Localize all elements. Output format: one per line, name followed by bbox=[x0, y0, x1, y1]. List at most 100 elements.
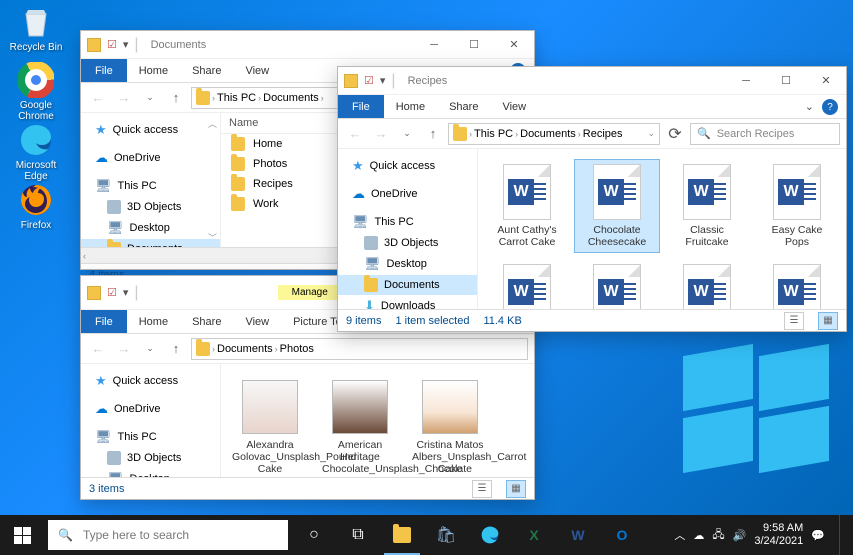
search-box[interactable]: 🔍 Search Recipes bbox=[690, 123, 840, 145]
address-dropdown[interactable]: ⌄ bbox=[647, 128, 655, 139]
nav-quick-access[interactable]: ★Quick access bbox=[81, 119, 220, 141]
nav-item[interactable]: ⬇Downloads bbox=[338, 295, 477, 309]
nav-onedrive[interactable]: ☁OneDrive bbox=[338, 183, 477, 205]
ribbon-tab-share[interactable]: Share bbox=[437, 95, 490, 118]
ribbon-file[interactable]: File bbox=[81, 59, 127, 82]
taskbar-store[interactable]: 🛍 bbox=[424, 515, 468, 555]
breadcrumb-seg[interactable]: Photos bbox=[280, 343, 314, 355]
ribbon-tab-share[interactable]: Share bbox=[180, 59, 233, 82]
recent-button[interactable]: ⌄ bbox=[396, 123, 418, 145]
photo-item[interactable]: Cristina Matos Albers_Unsplash_Carrot Ca… bbox=[407, 374, 493, 477]
back-button[interactable]: ← bbox=[87, 338, 109, 360]
ribbon-tab-share[interactable]: Share bbox=[180, 310, 233, 333]
ribbon-file[interactable]: File bbox=[338, 95, 384, 118]
forward-button[interactable]: → bbox=[113, 338, 135, 360]
file-item[interactable]: WGerman Chocolate Cake bbox=[484, 259, 570, 309]
up-button[interactable]: ↑ bbox=[165, 338, 187, 360]
taskbar-edge[interactable] bbox=[468, 515, 512, 555]
view-details-button[interactable]: ☰ bbox=[784, 312, 804, 330]
refresh-button[interactable]: ⟳ bbox=[664, 123, 686, 145]
close-button[interactable]: ✕ bbox=[806, 67, 846, 95]
taskbar-word[interactable]: W bbox=[556, 515, 600, 555]
recent-button[interactable]: ⌄ bbox=[139, 87, 161, 109]
nav-item-documents[interactable]: Documents bbox=[81, 239, 220, 247]
address-bar[interactable]: › This PC › Documents › Recipes ⌄ bbox=[448, 123, 660, 145]
view-large-button[interactable]: ▦ bbox=[818, 312, 838, 330]
breadcrumb-seg[interactable]: Documents bbox=[263, 92, 319, 104]
nav-item[interactable]: 3D Objects bbox=[81, 448, 220, 468]
qat-icon[interactable]: ☑ bbox=[107, 286, 117, 299]
titlebar[interactable]: ☑ ▾ | Recipes ─ ☐ ✕ bbox=[338, 67, 846, 95]
up-button[interactable]: ↑ bbox=[165, 87, 187, 109]
cortana-button[interactable]: ○ bbox=[292, 515, 336, 555]
view-large-button[interactable]: ▦ bbox=[506, 480, 526, 498]
tray-notifications-icon[interactable]: 💬 bbox=[811, 529, 825, 542]
minimize-button[interactable]: ─ bbox=[726, 67, 766, 95]
close-button[interactable]: ✕ bbox=[494, 31, 534, 59]
file-item[interactable]: WTriple Chocolate Cake bbox=[754, 259, 840, 309]
taskbar-search[interactable]: 🔍 Type here to search bbox=[48, 520, 288, 550]
back-button[interactable]: ← bbox=[344, 123, 366, 145]
content-pane[interactable]: WAunt Cathy's Carrot CakeWChocolate Chee… bbox=[478, 149, 846, 309]
desktop-icon-firefox[interactable]: Firefox bbox=[6, 182, 66, 231]
start-button[interactable] bbox=[0, 515, 44, 555]
file-item[interactable]: WNana's Pound Cake bbox=[664, 259, 750, 309]
nav-this-pc[interactable]: 🖥This PC bbox=[338, 211, 477, 233]
file-item[interactable]: WJeremy's Low-Fat Cheesecake bbox=[574, 259, 660, 309]
desktop-icon-edge[interactable]: Microsoft Edge bbox=[6, 122, 66, 182]
help-icon[interactable]: ? bbox=[822, 99, 838, 115]
desktop-icon-recycle-bin[interactable]: Recycle Bin bbox=[6, 4, 66, 53]
file-item[interactable]: WAunt Cathy's Carrot Cake bbox=[484, 159, 570, 253]
file-item[interactable]: WClassic Fruitcake bbox=[664, 159, 750, 253]
ribbon-file[interactable]: File bbox=[81, 310, 127, 333]
breadcrumb-seg[interactable]: Documents bbox=[217, 343, 273, 355]
scroll-up-icon[interactable]: ︿ bbox=[208, 117, 218, 129]
minimize-button[interactable]: ─ bbox=[414, 31, 454, 59]
nav-item[interactable]: 🖥Desktop bbox=[81, 217, 220, 239]
maximize-button[interactable]: ☐ bbox=[454, 31, 494, 59]
nav-onedrive[interactable]: ☁OneDrive bbox=[81, 398, 220, 420]
file-item[interactable]: WChocolate Cheesecake bbox=[574, 159, 660, 253]
up-button[interactable]: ↑ bbox=[422, 123, 444, 145]
breadcrumb-seg[interactable]: This PC bbox=[217, 92, 256, 104]
tray-network-icon[interactable]: 🖧 bbox=[712, 526, 724, 545]
nav-onedrive[interactable]: ☁OneDrive bbox=[81, 147, 220, 169]
desktop-icon-chrome[interactable]: Google Chrome bbox=[6, 62, 66, 122]
photo-item[interactable]: American Heritage Chocolate_Unsplash_Cho… bbox=[317, 374, 403, 477]
nav-item[interactable]: 3D Objects bbox=[338, 233, 477, 253]
tray-clock[interactable]: 9:58 AM 3/24/2021 bbox=[754, 522, 803, 548]
address-bar[interactable]: › Documents › Photos bbox=[191, 338, 528, 360]
nav-item[interactable]: 3D Objects bbox=[81, 197, 220, 217]
nav-quick-access[interactable]: ★Quick access bbox=[338, 155, 477, 177]
maximize-button[interactable]: ☐ bbox=[766, 67, 806, 95]
taskbar-excel[interactable]: X bbox=[512, 515, 556, 555]
tray-onedrive-icon[interactable]: ☁ bbox=[693, 529, 704, 542]
nav-quick-access[interactable]: ★Quick access bbox=[81, 370, 220, 392]
qat-icon[interactable]: ☑ bbox=[107, 38, 117, 51]
ribbon-context-manage[interactable]: Manage bbox=[278, 285, 342, 300]
file-item[interactable]: WEasy Cake Pops bbox=[754, 159, 840, 253]
content-pane[interactable]: Alexandra Golovac_Unsplash_Pound Cake Am… bbox=[221, 364, 534, 477]
nav-item[interactable]: 🖥Desktop bbox=[81, 468, 220, 477]
view-details-button[interactable]: ☰ bbox=[472, 480, 492, 498]
titlebar[interactable]: ☑ ▾ | Documents ─ ☐ ✕ bbox=[81, 31, 534, 59]
tray-overflow[interactable]: ︿ bbox=[674, 527, 685, 543]
forward-button[interactable]: → bbox=[113, 87, 135, 109]
forward-button[interactable]: → bbox=[370, 123, 392, 145]
ribbon-tab-view[interactable]: View bbox=[490, 95, 538, 118]
breadcrumb-seg[interactable]: Recipes bbox=[583, 128, 623, 140]
ribbon-expand[interactable]: ⌄ bbox=[797, 95, 822, 118]
nav-this-pc[interactable]: 🖥This PC bbox=[81, 426, 220, 448]
breadcrumb-seg[interactable]: Documents bbox=[520, 128, 576, 140]
qat-icon[interactable]: ☑ bbox=[364, 74, 374, 87]
taskbar-outlook[interactable]: O bbox=[600, 515, 644, 555]
ribbon-tab-home[interactable]: Home bbox=[127, 310, 180, 333]
qat-icon[interactable]: ▾ bbox=[123, 38, 129, 51]
scroll-down-icon[interactable]: ﹀ bbox=[208, 231, 218, 243]
qat-icon[interactable]: ▾ bbox=[380, 74, 386, 87]
show-desktop-button[interactable] bbox=[839, 515, 845, 555]
breadcrumb-seg[interactable]: This PC bbox=[474, 128, 513, 140]
tray-volume-icon[interactable]: 🔊 bbox=[733, 529, 747, 542]
ribbon-tab-home[interactable]: Home bbox=[384, 95, 437, 118]
nav-item[interactable]: 🖥Desktop bbox=[338, 253, 477, 275]
